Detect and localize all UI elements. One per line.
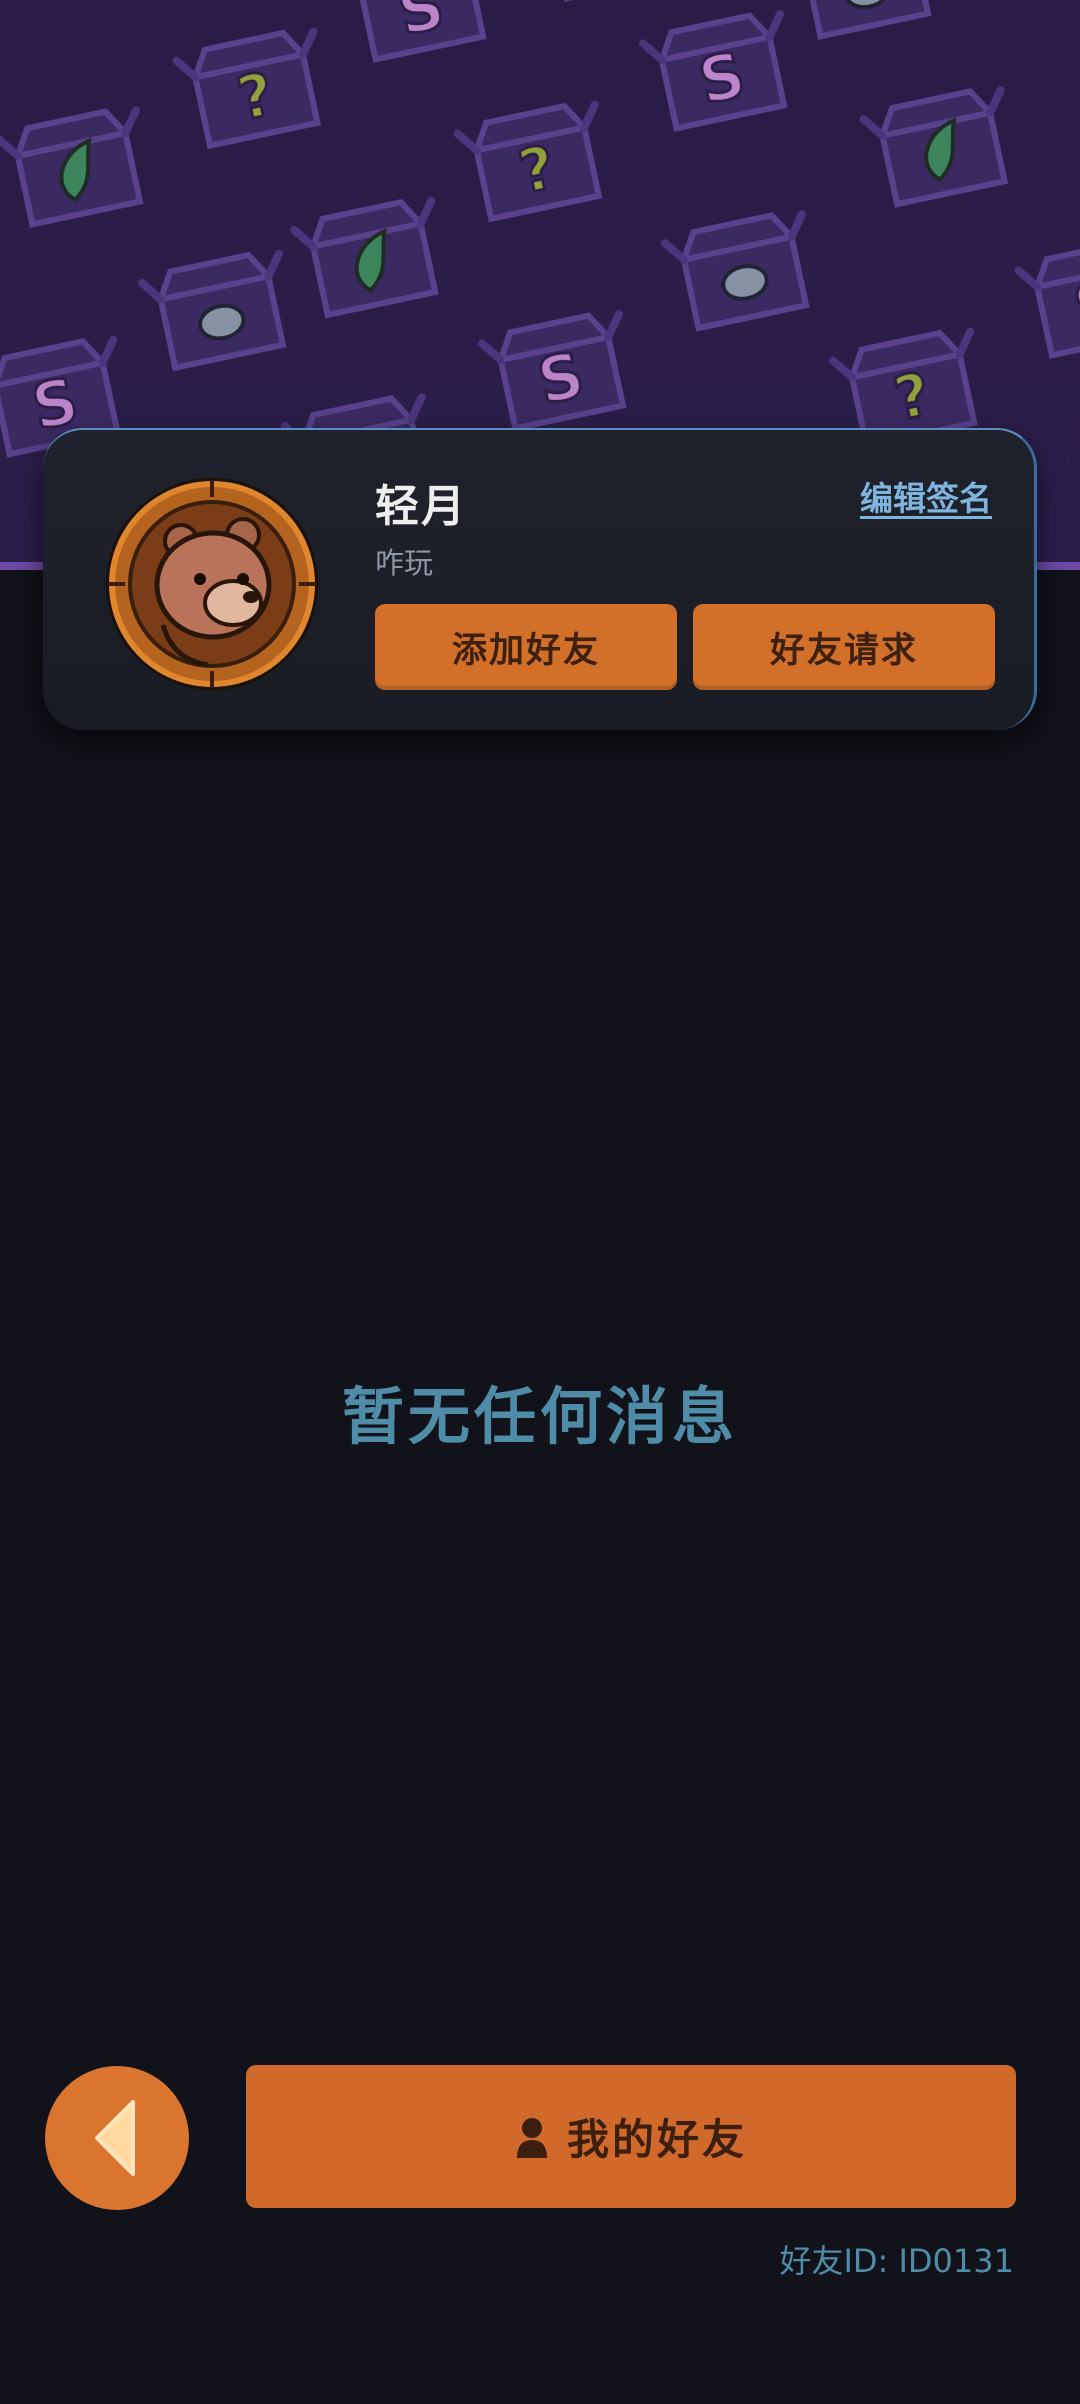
friend-request-button[interactable]: 好友请求	[693, 604, 995, 690]
user-signature: 咋玩	[375, 546, 434, 580]
avatar[interactable]	[103, 475, 321, 693]
empty-messages-text: 暂无任何消息	[341, 1380, 738, 1453]
profile-card: 轻月 编辑签名 咋玩 添加好友 好友请求	[43, 428, 1037, 730]
add-friend-button[interactable]: 添加好友	[375, 604, 677, 690]
edit-signature-link[interactable]: 编辑签名	[860, 472, 992, 520]
person-icon	[516, 2117, 547, 2158]
bear-avatar-icon	[106, 478, 318, 690]
user-name: 轻月	[375, 481, 467, 532]
my-friends-button[interactable]: 我的好友	[246, 2065, 1016, 2208]
friend-id-text: 好友ID: ID0131	[779, 2242, 1014, 2280]
my-friends-label: 我的好友	[566, 2115, 747, 2164]
back-arrow-icon	[95, 2100, 135, 2176]
back-button[interactable]	[45, 2066, 189, 2210]
